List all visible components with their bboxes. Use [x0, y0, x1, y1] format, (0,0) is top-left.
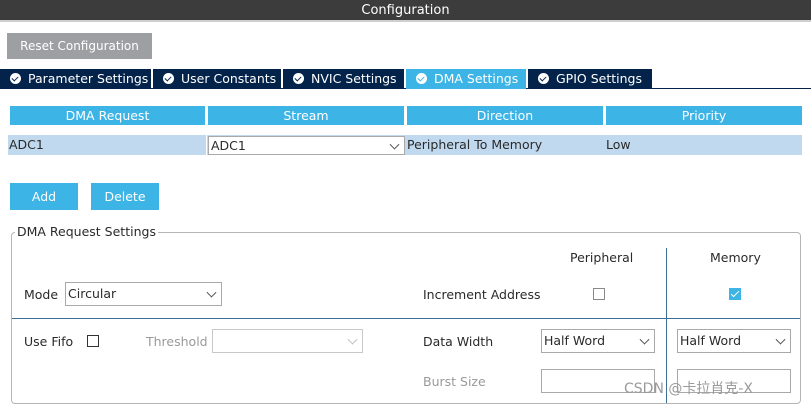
tab-label: Parameter Settings [28, 71, 149, 86]
tab-nvic-settings[interactable]: NVIC Settings [283, 69, 404, 89]
tab-dma-settings[interactable]: DMA Settings [406, 69, 526, 89]
cell-priority[interactable]: Low [604, 135, 802, 155]
tab-label: NVIC Settings [311, 71, 397, 86]
burst-size-label: Burst Size [423, 374, 486, 389]
chevron-down-icon [639, 334, 650, 345]
peripheral-increment-checkbox[interactable] [593, 288, 605, 300]
mode-select[interactable]: Circular [65, 282, 222, 306]
mode-label: Mode [24, 287, 59, 302]
check-circle-icon [10, 73, 21, 84]
peripheral-data-width-value: Half Word [544, 333, 606, 348]
threshold-label: Threshold [146, 334, 208, 349]
cell-direction[interactable]: Peripheral To Memory [405, 135, 604, 155]
tab-gpio-settings[interactable]: GPIO Settings [528, 69, 652, 89]
check-circle-icon [538, 73, 549, 84]
column-header-dma-request[interactable]: DMA Request [10, 106, 205, 125]
group-title: DMA Request Settings [15, 224, 158, 239]
threshold-select[interactable] [212, 329, 363, 353]
tab-label: DMA Settings [434, 71, 519, 86]
settings-tab-bar: Parameter Settings User Constants NVIC S… [0, 69, 811, 89]
chevron-down-icon [347, 334, 358, 345]
data-width-label: Data Width [423, 334, 494, 349]
watermark: CSDN @卡拉肖克-X [624, 381, 754, 397]
memory-data-width-value: Half Word [680, 333, 742, 348]
chevron-down-icon [775, 334, 786, 345]
add-button[interactable]: Add [10, 183, 78, 210]
check-circle-icon [416, 73, 427, 84]
column-header-priority[interactable]: Priority [606, 106, 802, 125]
column-header-direction[interactable]: Direction [407, 106, 603, 125]
cell-dma-request[interactable]: ADC1 [8, 135, 206, 155]
column-header-stream[interactable]: Stream [208, 106, 404, 125]
delete-button[interactable]: Delete [91, 183, 159, 210]
mode-select-value: Circular [68, 286, 117, 301]
increment-address-label: Increment Address [423, 287, 541, 302]
reset-configuration-button[interactable]: Reset Configuration [7, 33, 152, 59]
tab-parameter-settings[interactable]: Parameter Settings [0, 69, 151, 89]
window-title: Configuration [0, 0, 811, 22]
tab-label: User Constants [181, 71, 277, 86]
tab-user-constants[interactable]: User Constants [153, 69, 281, 89]
use-fifo-checkbox[interactable] [87, 335, 99, 347]
tab-label: GPIO Settings [556, 71, 642, 86]
memory-data-width-select[interactable]: Half Word [677, 329, 791, 353]
memory-increment-checkbox[interactable] [729, 288, 741, 300]
stream-select-value: ADC1 [211, 138, 246, 153]
stream-select[interactable]: ADC1 [208, 136, 405, 155]
use-fifo-label: Use Fifo [24, 334, 74, 349]
check-circle-icon [163, 73, 174, 84]
chevron-down-icon [206, 287, 217, 298]
peripheral-data-width-select[interactable]: Half Word [541, 329, 655, 353]
row-divider [12, 318, 800, 319]
chevron-down-icon [389, 139, 400, 150]
peripheral-header: Peripheral [570, 250, 634, 265]
check-circle-icon [293, 73, 304, 84]
memory-header: Memory [710, 250, 761, 265]
